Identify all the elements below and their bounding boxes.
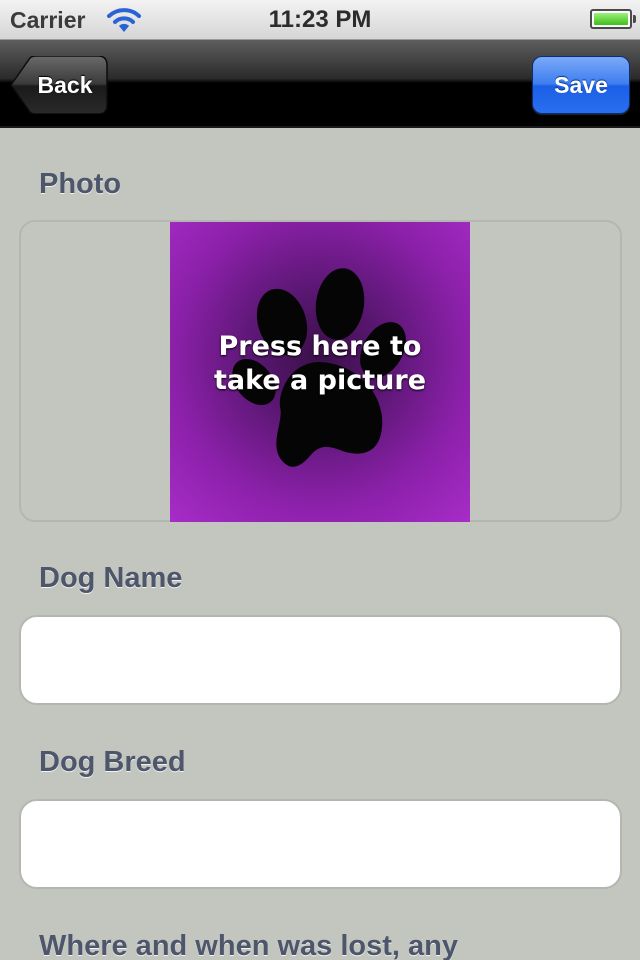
dog-breed-field[interactable] (19, 799, 622, 889)
back-button[interactable]: Back (10, 56, 108, 114)
dog-breed-label: Dog Breed (39, 746, 186, 778)
dog-name-label: Dog Name (39, 562, 183, 594)
status-time: 11:23 PM (268, 6, 372, 33)
save-button[interactable]: Save (532, 56, 630, 114)
back-button-label: Back (37, 72, 93, 98)
battery-icon (590, 9, 636, 29)
photo-caption-line-2: take a picture (213, 365, 427, 396)
take-picture-button[interactable]: Press here to take a picture (170, 222, 470, 522)
navigation-bar: Back Save (0, 40, 640, 128)
dog-name-field[interactable] (19, 615, 622, 705)
status-bar: Carrier 11:23 PM (0, 0, 640, 40)
photo-caption-line-1: Press here to (218, 331, 422, 362)
lost-info-label: Where and when was lost, any (39, 930, 458, 960)
photo-label: Photo (39, 168, 122, 200)
battery-level (594, 13, 628, 25)
photo-caption: Press here to take a picture (170, 330, 470, 398)
